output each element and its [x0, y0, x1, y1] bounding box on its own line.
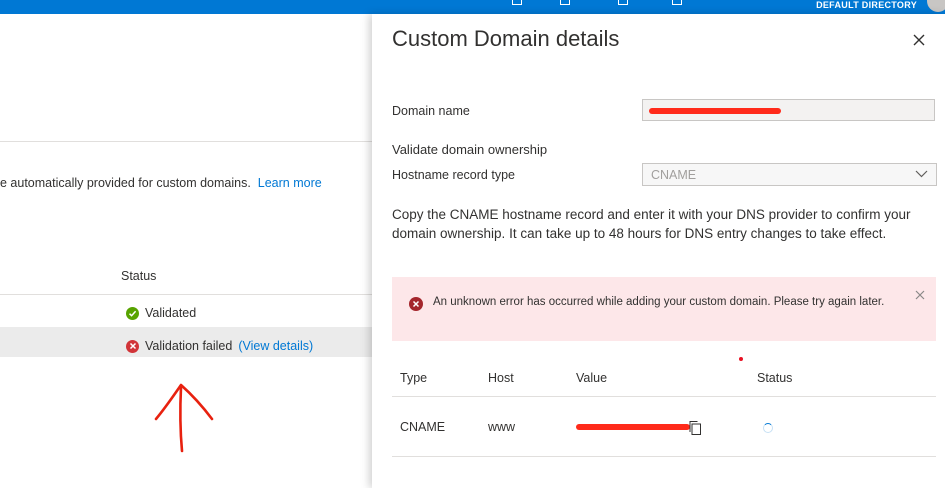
- instructions-text: Copy the CNAME hostname record and enter…: [392, 207, 911, 241]
- error-message-text: An unknown error has occurred while addi…: [433, 296, 885, 308]
- directory-label[interactable]: DEFAULT DIRECTORY: [816, 0, 917, 10]
- validate-ownership-heading: Validate domain ownership: [392, 142, 548, 157]
- col-header-host: Host: [488, 371, 514, 385]
- col-header-type: Type: [400, 371, 428, 385]
- error-message-bar: An unknown error has occurred while addi…: [392, 277, 936, 341]
- check-circle-icon: [126, 306, 139, 320]
- table-divider: [392, 396, 936, 397]
- avatar[interactable]: [927, 0, 945, 12]
- error-circle-icon: [409, 297, 423, 311]
- custom-domain-info: e automatically provided for custom doma…: [0, 176, 322, 190]
- domain-name-field[interactable]: [642, 99, 935, 121]
- close-icon[interactable]: [911, 32, 927, 48]
- help-icon[interactable]: [618, 0, 628, 5]
- panel-title: Custom Domain details: [392, 26, 620, 51]
- dismiss-icon[interactable]: [915, 290, 925, 300]
- status-validation-failed: Validation failed (View details): [126, 339, 313, 353]
- annotation-dot: [739, 357, 743, 361]
- info-text: e automatically provided for custom doma…: [0, 176, 251, 190]
- table-divider: [392, 456, 936, 457]
- copy-icon[interactable]: [688, 420, 702, 436]
- status-text: Validated: [145, 306, 197, 320]
- hostname-record-label: Hostname record type: [392, 168, 515, 182]
- domain-name-label: Domain name: [392, 104, 470, 118]
- status-column-header: Status: [121, 269, 157, 283]
- top-nav-bar: DEFAULT DIRECTORY: [0, 0, 945, 14]
- hostname-record-value: CNAME: [651, 168, 697, 182]
- hostname-record-select[interactable]: CNAME: [642, 163, 937, 186]
- status-validated: Validated: [126, 306, 196, 320]
- redaction-mark: [576, 424, 690, 430]
- learn-more-link[interactable]: Learn more: [258, 176, 322, 190]
- redaction-mark: [649, 108, 781, 114]
- divider: [0, 294, 372, 295]
- background-page: e automatically provided for custom doma…: [0, 14, 372, 488]
- error-circle-icon: [126, 339, 139, 353]
- col-header-value: Value: [576, 371, 608, 385]
- view-details-link[interactable]: (View details): [238, 339, 313, 353]
- col-header-status: Status: [757, 371, 793, 385]
- annotation-arrow-icon: [154, 383, 214, 453]
- feedback-icon[interactable]: [672, 0, 682, 5]
- status-text: Validation failed: [145, 339, 233, 353]
- record-type: CNAME: [400, 420, 446, 434]
- record-host: www: [488, 420, 516, 434]
- portal-icon[interactable]: [512, 0, 522, 5]
- settings-icon[interactable]: [560, 0, 570, 5]
- chevron-down-icon: [915, 170, 928, 178]
- loading-spinner-icon: [763, 423, 773, 433]
- custom-domain-details-panel: Custom Domain details Domain name Valida…: [372, 14, 945, 488]
- divider: [0, 141, 372, 142]
